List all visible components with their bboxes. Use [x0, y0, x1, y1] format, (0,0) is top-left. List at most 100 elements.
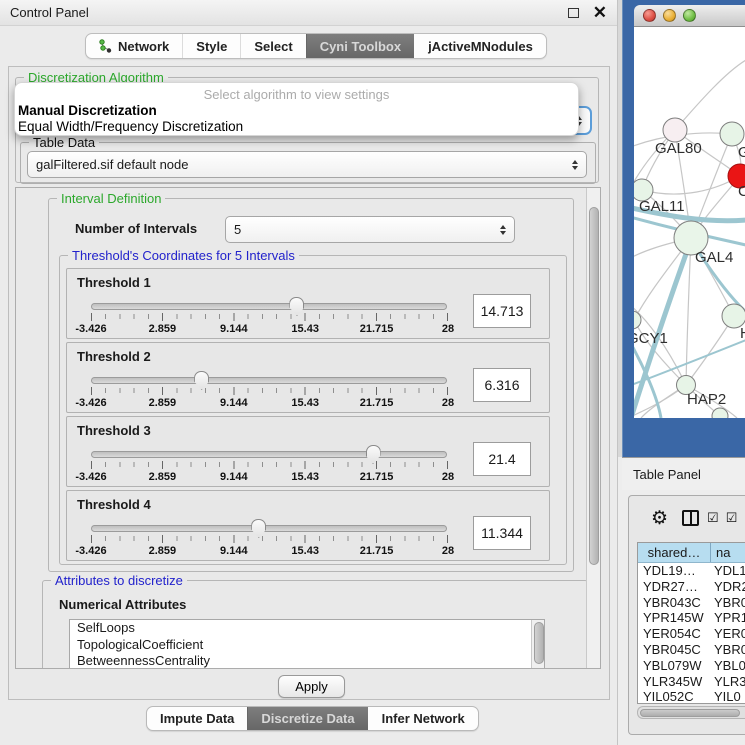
tick-label: 9.144 [220, 323, 248, 335]
close-icon[interactable]: ✕ [593, 8, 607, 18]
tick-label: -3.426 [75, 471, 106, 483]
number-of-intervals-combobox[interactable]: 5 [225, 216, 515, 243]
threshold-2-value-field[interactable]: 6.316 [473, 368, 531, 402]
node-label: HAP2 [687, 391, 726, 408]
tab-jactivemnodules[interactable]: jActiveMNodules [414, 34, 546, 58]
list-item[interactable]: BetweennessCentrality [70, 653, 544, 669]
tab-discretize-data[interactable]: Discretize Data [247, 707, 367, 730]
tab-network[interactable]: Network [86, 34, 182, 58]
node-label: GAL4 [695, 249, 733, 266]
slider-track[interactable] [91, 525, 447, 532]
tick-label: 2.859 [149, 397, 177, 409]
table-data-combobox[interactable]: galFiltered.sif default node [27, 151, 587, 178]
tab-style[interactable]: Style [182, 34, 240, 58]
tick-label: 28 [442, 471, 454, 483]
gear-icon[interactable]: ⚙ [651, 507, 668, 530]
node-label: GCY1 [634, 330, 668, 347]
threshold-3-slider: -3.426 2.859 9.144 15.43 21.715 28 [91, 445, 448, 485]
settings-scrollbar[interactable] [586, 188, 600, 668]
column-header-shared-name[interactable]: shared… [638, 543, 711, 562]
tick-label: 15.43 [291, 471, 319, 483]
threshold-4-panel: Threshold 4 -3.426 2.859 9.144 15.43 21.… [66, 490, 550, 561]
interval-definition-fieldset: Interval Definition Number of Intervals … [48, 198, 574, 572]
bottom-tabbar: Impute Data Discretize Data Infer Networ… [146, 706, 479, 731]
table-row[interactable]: YDL19… YDL1 [638, 563, 745, 579]
threshold-1-panel: Threshold 1 -3.426 2.859 9.144 15.43 21.… [66, 268, 550, 339]
table-row[interactable]: YLR345W YLR3 [638, 674, 745, 690]
tick-label: 28 [442, 397, 454, 409]
slider-track[interactable] [91, 377, 447, 384]
algorithm-option-manual[interactable]: Manual Discretization [15, 103, 578, 119]
network-view-window[interactable]: GAL80 GA C GAL11 GAL4 GCY1 H HAP2 [622, 0, 745, 457]
columns-icon[interactable] [682, 510, 699, 526]
table-row[interactable]: YBR045C YBR0 [638, 642, 745, 658]
tick-label: 21.715 [360, 397, 394, 409]
table-panel-title: Table Panel [633, 467, 701, 482]
number-of-intervals-label: Number of Intervals [75, 221, 197, 236]
scrollbar-thumb[interactable] [589, 207, 599, 565]
slider-track[interactable] [91, 303, 447, 310]
node-table: shared… na YDL19… YDL1 YDR27… YDR2 YBR04… [637, 542, 745, 704]
threshold-1-value-field[interactable]: 14.713 [473, 294, 531, 328]
settings-scrollpane: Interval Definition Number of Intervals … [15, 187, 601, 669]
table-row[interactable]: YDR27… YDR2 [638, 579, 745, 595]
tick-label: 9.144 [220, 397, 248, 409]
table-row[interactable]: YER054C YER0 [638, 626, 745, 642]
network-canvas[interactable]: GAL80 GA C GAL11 GAL4 GCY1 H HAP2 [634, 27, 745, 418]
control-panel-title: Control Panel [10, 5, 568, 20]
table-row[interactable]: YBL079W YBL0 [638, 658, 745, 674]
table-row[interactable]: YBR043C YBR0 [638, 595, 745, 611]
tick-label: 2.859 [149, 545, 177, 557]
node-label: GAL80 [655, 140, 702, 157]
attributes-legend: Attributes to discretize [51, 573, 187, 588]
table-panel-titlebar: Table Panel [622, 457, 745, 490]
scrollbar-thumb[interactable] [534, 622, 544, 664]
threshold-4-value-field[interactable]: 11.344 [473, 516, 531, 550]
node-gal80 [663, 118, 687, 142]
zoom-window-icon[interactable] [683, 9, 696, 22]
numerical-attributes-label: Numerical Attributes [59, 597, 186, 612]
list-scrollbar[interactable] [531, 620, 544, 669]
tab-impute-data[interactable]: Impute Data [147, 707, 247, 730]
tick-label: 2.859 [149, 323, 177, 335]
slider-track[interactable] [91, 451, 447, 458]
tab-infer-network[interactable]: Infer Network [368, 707, 478, 730]
float-window-icon[interactable] [568, 8, 579, 18]
table-row[interactable]: YPR145W YPR1 [638, 610, 745, 626]
table-toolbar: ⚙ ☑ ☑ [629, 496, 745, 540]
threshold-1-slider: -3.426 2.859 9.144 15.43 21.715 28 [91, 297, 448, 337]
column-header-name[interactable]: na [711, 543, 745, 562]
table-panel: ⚙ ☑ ☑ shared… na YDL19… YDL1 YDR27… YDR2… [628, 495, 745, 735]
thresholds-fieldset: Threshold's Coordinates for 5 Intervals … [59, 255, 567, 565]
interval-definition-legend: Interval Definition [57, 191, 165, 206]
threshold-3-value-field[interactable]: 21.4 [473, 442, 531, 476]
table-data-legend: Table Data [29, 135, 99, 150]
tick-label: 2.859 [149, 471, 177, 483]
tab-network-label: Network [118, 39, 169, 54]
number-of-intervals-value: 5 [234, 222, 494, 237]
network-window-titlebar[interactable] [634, 5, 745, 27]
select-all-checkbox-icon[interactable]: ☑ [707, 510, 718, 526]
algorithm-dropdown-popup: Select algorithm to view settings Manual… [14, 82, 579, 136]
numerical-attributes-list[interactable]: SelfLoops TopologicalCoefficient Between… [69, 619, 545, 669]
table-data-value: galFiltered.sif default node [36, 157, 566, 172]
tab-select[interactable]: Select [240, 34, 305, 58]
algorithm-option-equal-width[interactable]: Equal Width/Frequency Discretization [15, 119, 578, 135]
table-row[interactable]: YIL052C YIL0 [638, 689, 745, 704]
network-graph: GAL80 GA C GAL11 GAL4 GCY1 H HAP2 [634, 27, 745, 418]
minimize-window-icon[interactable] [663, 9, 676, 22]
list-item[interactable]: SelfLoops [70, 620, 544, 637]
tab-cyni-toolbox[interactable]: Cyni Toolbox [306, 34, 414, 58]
tick-label: 15.43 [291, 323, 319, 335]
table-horizontal-scrollbar[interactable] [637, 706, 745, 719]
node-label: H [740, 325, 745, 342]
select-none-checkbox-icon[interactable]: ☑ [726, 510, 737, 526]
scrollbar-thumb[interactable] [640, 709, 740, 717]
list-item[interactable]: TopologicalCoefficient [70, 637, 544, 654]
table-data-fieldset: Table Data galFiltered.sif default node [20, 142, 596, 184]
tick-label: 15.43 [291, 545, 319, 557]
close-window-icon[interactable] [643, 9, 656, 22]
threshold-4-title: Threshold 4 [77, 497, 151, 512]
tick-label: 28 [442, 323, 454, 335]
apply-button[interactable]: Apply [278, 675, 345, 698]
